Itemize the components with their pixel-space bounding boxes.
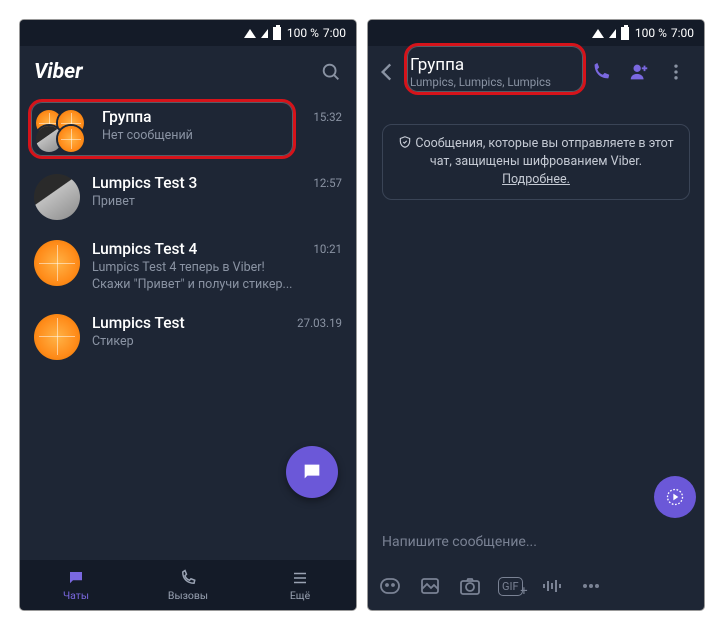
phone-chat-list: 100 % 7:00 Viber Группа Нет сообщений 15… bbox=[20, 20, 356, 610]
battery-icon bbox=[273, 27, 281, 40]
chat-title: Lumpics Test 4 bbox=[92, 240, 301, 258]
avatar bbox=[34, 240, 80, 286]
signal-icon bbox=[609, 29, 616, 38]
status-bar: 100 % 7:00 bbox=[20, 20, 356, 46]
sticker-icon[interactable] bbox=[378, 574, 402, 598]
chat-title: Lumpics Test 3 bbox=[92, 174, 301, 192]
nav-label: Ещё bbox=[290, 589, 310, 602]
add-person-icon[interactable] bbox=[628, 61, 656, 83]
signal-icon bbox=[261, 29, 268, 38]
battery-text: 100 % bbox=[287, 26, 319, 40]
chat-header: Группа Lumpics, Lumpics, Lumpics bbox=[368, 46, 704, 98]
compose-fab[interactable] bbox=[286, 446, 338, 498]
message-area[interactable]: Сообщения, которые вы отправляете в этот… bbox=[368, 98, 704, 522]
chat-time: 10:21 bbox=[313, 242, 342, 256]
chat-header-title: Группа bbox=[410, 55, 580, 75]
wifi-icon bbox=[244, 29, 256, 38]
chat-item[interactable]: Lumpics Test 4 Lumpics Test 4 теперь в V… bbox=[20, 230, 356, 304]
chat-list: Группа Нет сообщений 15:32 Lumpics Test … bbox=[20, 98, 356, 560]
nav-label: Вызовы bbox=[168, 589, 208, 602]
app-header: Viber bbox=[20, 46, 356, 98]
wifi-icon bbox=[592, 29, 604, 38]
search-icon[interactable] bbox=[320, 61, 342, 83]
chat-subtitle: Нет сообщений bbox=[102, 128, 301, 145]
chat-title-block[interactable]: Группа Lumpics, Lumpics, Lumpics bbox=[410, 55, 580, 89]
voice-wave-icon[interactable] bbox=[539, 574, 563, 598]
menu-dots-icon[interactable] bbox=[666, 61, 694, 83]
encryption-text: Сообщения, которые вы отправляете в этот… bbox=[415, 136, 673, 169]
encryption-notice: Сообщения, которые вы отправляете в этот… bbox=[382, 124, 690, 200]
nav-chats[interactable]: Чаты bbox=[20, 560, 132, 610]
gallery-icon[interactable] bbox=[418, 574, 442, 598]
app-title: Viber bbox=[34, 60, 306, 84]
encryption-more-link[interactable]: Подробнее. bbox=[502, 172, 570, 187]
chat-title: Группа bbox=[102, 108, 301, 126]
chat-subtitle: Привет bbox=[92, 194, 301, 211]
back-icon[interactable] bbox=[374, 59, 400, 85]
gif-icon[interactable]: GIF+ bbox=[498, 577, 523, 596]
message-input[interactable]: Напишите сообщение... bbox=[368, 522, 704, 562]
camera-icon[interactable] bbox=[458, 574, 482, 598]
chat-time: 27.03.19 bbox=[297, 316, 342, 330]
chat-time: 12:57 bbox=[313, 176, 342, 190]
input-placeholder: Напишите сообщение... bbox=[382, 534, 537, 550]
battery-icon bbox=[621, 27, 629, 40]
chat-item-group[interactable]: Группа Нет сообщений 15:32 bbox=[20, 98, 356, 164]
group-avatar bbox=[34, 108, 90, 154]
nav-label: Чаты bbox=[63, 589, 89, 602]
chat-header-subtitle: Lumpics, Lumpics, Lumpics bbox=[410, 75, 580, 89]
chat-title: Lumpics Test bbox=[92, 314, 285, 332]
chat-subtitle: Lumpics Test 4 теперь в Viber! Скажи "Пр… bbox=[92, 260, 301, 294]
phone-chat-view: 100 % 7:00 Группа Lumpics, Lumpics, Lump… bbox=[368, 20, 704, 610]
avatar bbox=[34, 314, 80, 360]
battery-text: 100 % bbox=[635, 26, 667, 40]
more-dots-icon[interactable] bbox=[579, 574, 603, 598]
call-icon[interactable] bbox=[590, 61, 618, 83]
chat-subtitle: Стикер bbox=[92, 334, 285, 351]
bottom-nav: Чаты Вызовы Ещё bbox=[20, 560, 356, 610]
clock-text: 7:00 bbox=[323, 26, 346, 40]
avatar bbox=[34, 174, 80, 220]
chat-item[interactable]: Lumpics Test Стикер 27.03.19 bbox=[20, 304, 356, 370]
clock-text: 7:00 bbox=[671, 26, 694, 40]
nav-more[interactable]: Ещё bbox=[244, 560, 356, 610]
nav-calls[interactable]: Вызовы bbox=[132, 560, 244, 610]
chat-item[interactable]: Lumpics Test 3 Привет 12:57 bbox=[20, 164, 356, 230]
send-voice-fab[interactable] bbox=[654, 476, 696, 518]
chat-time: 15:32 bbox=[313, 110, 342, 124]
status-bar: 100 % 7:00 bbox=[368, 20, 704, 46]
attachment-toolbar: GIF+ bbox=[368, 562, 704, 610]
